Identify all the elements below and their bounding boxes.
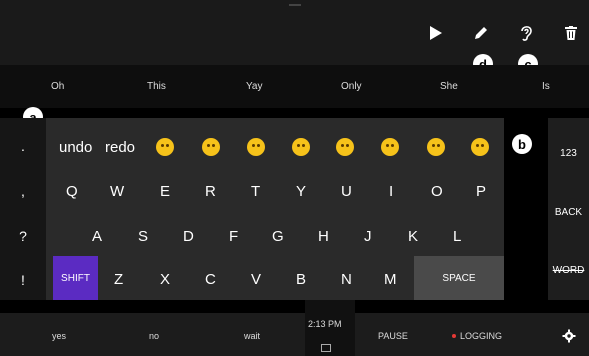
period-key[interactable]: .: [0, 138, 46, 154]
quick-phrase-no[interactable]: no: [149, 331, 159, 341]
key-y[interactable]: Y: [296, 183, 306, 200]
key-n[interactable]: N: [341, 271, 352, 288]
badge-b: b: [512, 134, 532, 154]
key-x[interactable]: X: [160, 271, 170, 288]
key-o[interactable]: O: [431, 183, 443, 200]
prediction-word[interactable]: Is: [542, 81, 550, 92]
quick-phrase-wait[interactable]: wait: [244, 331, 260, 341]
keyboard-toggle-icon[interactable]: [321, 344, 331, 352]
key-w[interactable]: W: [110, 183, 124, 200]
undo-key[interactable]: undo: [59, 139, 92, 156]
back-key[interactable]: BACK: [548, 207, 589, 218]
key-d[interactable]: D: [183, 228, 194, 245]
shift-key[interactable]: SHIFT: [53, 256, 98, 300]
key-h[interactable]: H: [318, 228, 329, 245]
key-s[interactable]: S: [138, 228, 148, 245]
key-t[interactable]: T: [251, 183, 260, 200]
emoji-surprised-icon[interactable]: [381, 138, 399, 156]
key-g[interactable]: G: [272, 228, 284, 245]
emoji-sad-icon[interactable]: [156, 138, 174, 156]
key-k[interactable]: K: [408, 228, 418, 245]
key-b[interactable]: B: [296, 271, 306, 288]
emoji-grin-icon[interactable]: [247, 138, 265, 156]
clock-panel: 2:13 PM: [305, 300, 355, 356]
comma-key[interactable]: ,: [0, 183, 46, 199]
right-panel: 123 BACK WORD: [548, 118, 589, 300]
numbers-key[interactable]: 123: [548, 148, 589, 159]
prediction-word[interactable]: Only: [341, 81, 362, 92]
key-z[interactable]: Z: [114, 271, 123, 288]
prediction-word[interactable]: Oh: [51, 81, 64, 92]
ear-icon[interactable]: [515, 22, 537, 44]
key-u[interactable]: U: [341, 183, 352, 200]
key-a[interactable]: A: [92, 228, 102, 245]
key-j[interactable]: J: [364, 228, 372, 245]
key-i[interactable]: I: [389, 183, 393, 200]
key-r[interactable]: R: [205, 183, 216, 200]
prediction-word[interactable]: Yay: [246, 81, 263, 92]
edit-icon[interactable]: [470, 22, 492, 44]
key-e[interactable]: E: [160, 183, 170, 200]
exclamation-key[interactable]: !: [0, 272, 46, 288]
key-q[interactable]: Q: [66, 183, 78, 200]
emoji-annoyed-icon[interactable]: [427, 138, 445, 156]
key-v[interactable]: V: [251, 271, 261, 288]
shift-key-label: SHIFT: [61, 272, 90, 284]
emoji-smile-icon[interactable]: [292, 138, 310, 156]
keyboard: undo redo Q W E R T Y U I O P A S D F G …: [46, 118, 504, 300]
punctuation-column: . , ? !: [0, 118, 46, 300]
logging-button[interactable]: LOGGING: [460, 331, 502, 341]
key-l[interactable]: L: [453, 228, 461, 245]
gear-icon[interactable]: [562, 329, 576, 343]
redo-key[interactable]: redo: [105, 139, 135, 156]
key-m[interactable]: M: [384, 271, 397, 288]
prediction-word[interactable]: This: [147, 81, 166, 92]
top-toolbar: [0, 0, 589, 65]
play-icon[interactable]: [425, 22, 447, 44]
key-p[interactable]: P: [476, 183, 486, 200]
word-key[interactable]: WORD: [548, 265, 589, 276]
question-key[interactable]: ?: [0, 228, 46, 244]
prediction-bar: Oh This Yay Only She Is: [0, 65, 589, 108]
trash-icon[interactable]: [560, 22, 582, 44]
emoji-grimace-icon[interactable]: [471, 138, 489, 156]
quick-phrase-yes[interactable]: yes: [52, 331, 66, 341]
drag-handle[interactable]: [289, 4, 301, 6]
recording-dot-icon: [452, 334, 456, 338]
key-c[interactable]: C: [205, 271, 216, 288]
emoji-tongue-icon[interactable]: [336, 138, 354, 156]
pause-button[interactable]: PAUSE: [378, 331, 408, 341]
emoji-wink-icon[interactable]: [202, 138, 220, 156]
key-f[interactable]: F: [229, 228, 238, 245]
space-key-label: SPACE: [442, 272, 476, 284]
clock-time: 2:13 PM: [308, 319, 342, 329]
prediction-word[interactable]: She: [440, 81, 458, 92]
space-key[interactable]: SPACE: [414, 256, 504, 300]
